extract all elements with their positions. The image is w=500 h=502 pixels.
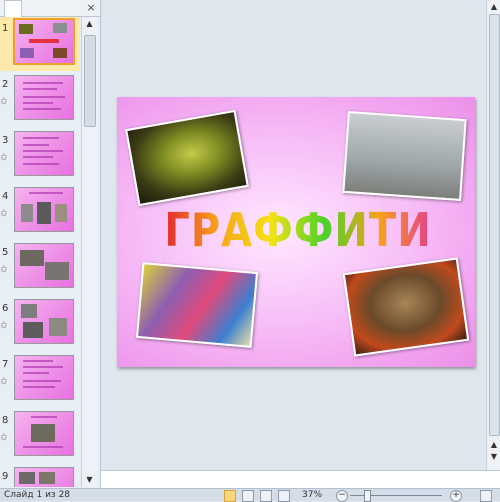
animation-star-icon: ✩ [0,209,8,219]
photo-graffiti-face[interactable] [342,257,470,357]
animation-star-icon: ✩ [0,153,8,163]
reading-view-icon[interactable] [260,490,272,502]
scroll-down-icon[interactable]: ▼ [82,473,97,487]
slide-thumbnail[interactable]: 3 ✩ [0,129,80,183]
animation-star-icon: ✩ [0,377,8,387]
photo-pencil-graffiti[interactable] [342,110,467,202]
slide-number: 7 [2,359,9,370]
slide-preview [14,411,74,456]
slides-panel: × 1 2 ✩ 3 ✩ 4 ✩ 5 ✩ 6 ✩ 7 ✩ 8 ✩ 9 ▲ ▼ [0,0,101,488]
fit-window-icon[interactable] [480,490,492,502]
slide-thumbnail[interactable]: 4 ✩ [0,185,80,239]
slide-scrollbar[interactable]: ▲ ▲ ▼ [486,0,500,470]
slide-thumbnail[interactable]: 9 [0,465,80,487]
animation-star-icon: ✩ [0,433,8,443]
slide-preview [14,187,74,232]
scroll-up-icon[interactable]: ▲ [82,17,97,31]
close-icon[interactable]: × [84,1,98,15]
previous-slide-icon[interactable]: ▲ [488,440,500,450]
slide-thumbnail[interactable]: 6 ✩ [0,297,80,351]
notes-pane[interactable] [101,470,500,489]
slide-counter: Слайд 1 из 28 [4,490,71,500]
panel-tabs: × [0,0,100,17]
slideshow-icon[interactable] [278,490,290,502]
zoom-slider-thumb[interactable] [364,490,371,502]
scroll-thumb[interactable] [489,14,500,436]
slides-tab-icon[interactable] [4,0,22,17]
slide-number: 2 [2,79,9,90]
scroll-up-icon[interactable]: ▲ [487,0,500,13]
slide-number: 5 [2,247,9,258]
slide-thumbnail[interactable]: 2 ✩ [0,73,80,127]
animation-star-icon: ✩ [0,97,8,107]
slide-preview [14,243,74,288]
slide-number: 4 [2,191,9,202]
animation-star-icon: ✩ [0,265,8,275]
slide-number: 1 [2,23,9,34]
slide-title[interactable]: ГРАФФИТИ [163,205,433,258]
slide-thumbnail[interactable]: 8 ✩ [0,409,80,463]
photo-graffiti-woman[interactable] [125,109,249,207]
slide-number: 9 [2,471,9,482]
normal-view-icon[interactable] [224,490,236,502]
slide-canvas[interactable]: ГРАФФИТИ [117,97,475,367]
zoom-out-button[interactable]: − [336,490,348,502]
slide-thumbnail[interactable]: 5 ✩ [0,241,80,295]
slide-thumbnail[interactable]: 7 ✩ [0,353,80,407]
photo-graffiti-characters[interactable] [135,262,259,348]
scroll-thumb[interactable] [84,35,96,127]
status-bar: Слайд 1 из 28 37% − + [0,488,500,502]
panel-scrollbar[interactable]: ▲ ▼ [81,17,97,487]
outline-tab-icon[interactable] [24,0,40,16]
slide-preview [14,299,74,344]
zoom-in-button[interactable]: + [450,490,462,502]
slide-number: 8 [2,415,9,426]
slide-preview [13,18,75,65]
slide-preview [14,75,74,120]
animation-star-icon: ✩ [0,321,8,331]
slide-preview [14,355,74,400]
thumbnail-list: 1 2 ✩ 3 ✩ 4 ✩ 5 ✩ 6 ✩ 7 ✩ 8 ✩ 9 [0,17,80,487]
zoom-level[interactable]: 37% [302,489,322,501]
slide-number: 3 [2,135,9,146]
slide-preview [14,131,74,176]
slide-thumbnail[interactable]: 1 [0,17,80,71]
slide-preview [14,467,74,487]
next-slide-icon[interactable]: ▼ [488,452,500,462]
slide-number: 6 [2,303,9,314]
slide-sorter-icon[interactable] [242,490,254,502]
